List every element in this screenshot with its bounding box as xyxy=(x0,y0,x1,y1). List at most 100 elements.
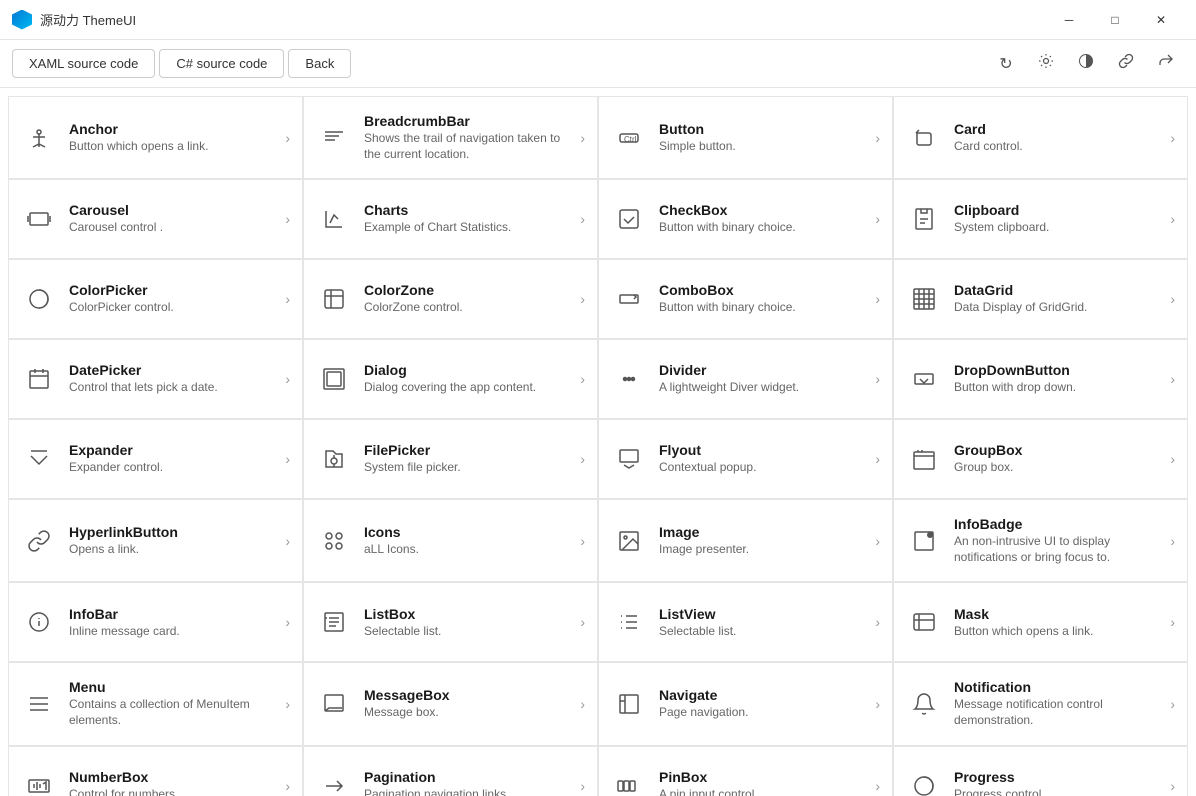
progress-desc: Progress control. xyxy=(954,787,1162,796)
listview-arrow: › xyxy=(875,614,880,630)
datepicker-title: DatePicker xyxy=(69,362,277,378)
card-image[interactable]: Image Image presenter. › xyxy=(598,499,893,582)
infobadge-content: InfoBadge An non-intrusive UI to display… xyxy=(954,516,1162,565)
groupbox-title: GroupBox xyxy=(954,442,1162,458)
link-button[interactable] xyxy=(1108,46,1144,82)
card-progress[interactable]: Progress Progress control. › xyxy=(893,746,1188,796)
colorpicker-title: ColorPicker xyxy=(69,282,277,298)
card-mask[interactable]: Mask Button which opens a link. › xyxy=(893,582,1188,662)
clipboard-icon xyxy=(906,201,942,237)
image-icon xyxy=(611,523,647,559)
card-icons[interactable]: Icons aLL Icons. › xyxy=(303,499,598,582)
infobar-icon xyxy=(21,604,57,640)
card-menu[interactable]: Menu Contains a collection of MenuItem e… xyxy=(8,662,303,745)
colorpicker-icon xyxy=(21,281,57,317)
card-breadcrumbbar[interactable]: BreadcrumbBar Shows the trail of navigat… xyxy=(303,96,598,179)
listview-desc: Selectable list. xyxy=(659,624,867,640)
checkbox-desc: Button with binary choice. xyxy=(659,220,867,236)
messagebox-icon xyxy=(316,686,352,722)
card-charts[interactable]: Charts Example of Chart Statistics. › xyxy=(303,179,598,259)
card-checkbox[interactable]: CheckBox Button with binary choice. › xyxy=(598,179,893,259)
card-card[interactable]: Card Card control. › xyxy=(893,96,1188,179)
card-clipboard[interactable]: Clipboard System clipboard. › xyxy=(893,179,1188,259)
card-dialog[interactable]: Dialog Dialog covering the app content. … xyxy=(303,339,598,419)
card-pinbox[interactable]: PinBox A pin input control. › xyxy=(598,746,893,796)
card-navigate[interactable]: Navigate Page navigation. › xyxy=(598,662,893,745)
card-datepicker[interactable]: DatePicker Control that lets pick a date… xyxy=(8,339,303,419)
charts-title: Charts xyxy=(364,202,572,218)
settings-icon xyxy=(1038,53,1054,74)
colorpicker-content: ColorPicker ColorPicker control. xyxy=(69,282,277,316)
pagination-content: Pagination Pagination navigation links. xyxy=(364,769,572,796)
infobadge-title: InfoBadge xyxy=(954,516,1162,532)
flyout-icon xyxy=(611,441,647,477)
card-anchor[interactable]: Anchor Button which opens a link. › xyxy=(8,96,303,179)
card-colorpicker[interactable]: ColorPicker ColorPicker control. › xyxy=(8,259,303,339)
card-infobar[interactable]: InfoBar Inline message card. › xyxy=(8,582,303,662)
back-button[interactable]: Back xyxy=(288,49,351,78)
card-listbox[interactable]: ListBox Selectable list. › xyxy=(303,582,598,662)
flyout-content: Flyout Contextual popup. xyxy=(659,442,867,476)
listview-content: ListView Selectable list. xyxy=(659,606,867,640)
anchor-icon xyxy=(21,120,57,156)
hyperlinkbutton-desc: Opens a link. xyxy=(69,542,277,558)
flyout-arrow: › xyxy=(875,451,880,467)
card-carousel[interactable]: Carousel Carousel control . › xyxy=(8,179,303,259)
dialog-desc: Dialog covering the app content. xyxy=(364,380,572,396)
card-button[interactable]: Ctrl Button Simple button. › xyxy=(598,96,893,179)
mask-title: Mask xyxy=(954,606,1162,622)
card-dropdownbutton[interactable]: DropDownButton Button with drop down. › xyxy=(893,339,1188,419)
breadcrumbbar-arrow: › xyxy=(580,130,585,146)
messagebox-title: MessageBox xyxy=(364,687,572,703)
carousel-content: Carousel Carousel control . xyxy=(69,202,277,236)
pinbox-title: PinBox xyxy=(659,769,867,785)
pagination-desc: Pagination navigation links. xyxy=(364,787,572,796)
divider-desc: A lightweight Diver widget. xyxy=(659,380,867,396)
image-desc: Image presenter. xyxy=(659,542,867,558)
toolbar-icons: ↻ xyxy=(988,46,1184,82)
card-groupbox[interactable]: GroupBox Group box. › xyxy=(893,419,1188,499)
minimize-button[interactable]: ─ xyxy=(1046,0,1092,40)
hyperlinkbutton-content: HyperlinkButton Opens a link. xyxy=(69,524,277,558)
charts-icon xyxy=(316,201,352,237)
breadcrumbbar-title: BreadcrumbBar xyxy=(364,113,572,129)
card-flyout[interactable]: Flyout Contextual popup. › xyxy=(598,419,893,499)
pagination-title: Pagination xyxy=(364,769,572,785)
notification-content: Notification Message notification contro… xyxy=(954,679,1162,728)
card-colorzone[interactable]: ColorZone ColorZone control. › xyxy=(303,259,598,339)
csharp-source-button[interactable]: C# source code xyxy=(159,49,284,78)
navigate-content: Navigate Page navigation. xyxy=(659,687,867,721)
card-expander[interactable]: Expander Expander control. › xyxy=(8,419,303,499)
share-button[interactable] xyxy=(1148,46,1184,82)
close-button[interactable]: ✕ xyxy=(1138,0,1184,40)
combobox-desc: Button with binary choice. xyxy=(659,300,867,316)
card-datagrid[interactable]: DataGrid Data Display of GridGrid. › xyxy=(893,259,1188,339)
card-divider[interactable]: Divider A lightweight Diver widget. › xyxy=(598,339,893,419)
checkbox-content: CheckBox Button with binary choice. xyxy=(659,202,867,236)
card-hyperlinkbutton[interactable]: HyperlinkButton Opens a link. › xyxy=(8,499,303,582)
card-combobox[interactable]: ComboBox Button with binary choice. › xyxy=(598,259,893,339)
maximize-button[interactable]: □ xyxy=(1092,0,1138,40)
theme-button[interactable] xyxy=(1068,46,1104,82)
flyout-title: Flyout xyxy=(659,442,867,458)
card-listview[interactable]: ListView Selectable list. › xyxy=(598,582,893,662)
card-infobadge[interactable]: InfoBadge An non-intrusive UI to display… xyxy=(893,499,1188,582)
mask-arrow: › xyxy=(1170,614,1175,630)
image-title: Image xyxy=(659,524,867,540)
card-numberbox[interactable]: NumberBox Control for numbers. › xyxy=(8,746,303,796)
image-content: Image Image presenter. xyxy=(659,524,867,558)
card-pagination[interactable]: Pagination Pagination navigation links. … xyxy=(303,746,598,796)
anchor-content: Anchor Button which opens a link. xyxy=(69,121,277,155)
settings-button[interactable] xyxy=(1028,46,1064,82)
card-filepicker[interactable]: FilePicker System file picker. › xyxy=(303,419,598,499)
card-notification[interactable]: Notification Message notification contro… xyxy=(893,662,1188,745)
refresh-button[interactable]: ↻ xyxy=(988,46,1024,82)
groupbox-content: GroupBox Group box. xyxy=(954,442,1162,476)
image-arrow: › xyxy=(875,533,880,549)
xaml-source-button[interactable]: XAML source code xyxy=(12,49,155,78)
card-messagebox[interactable]: MessageBox Message box. › xyxy=(303,662,598,745)
pinbox-arrow: › xyxy=(875,778,880,794)
charts-content: Charts Example of Chart Statistics. xyxy=(364,202,572,236)
dropdownbutton-content: DropDownButton Button with drop down. xyxy=(954,362,1162,396)
divider-content: Divider A lightweight Diver widget. xyxy=(659,362,867,396)
